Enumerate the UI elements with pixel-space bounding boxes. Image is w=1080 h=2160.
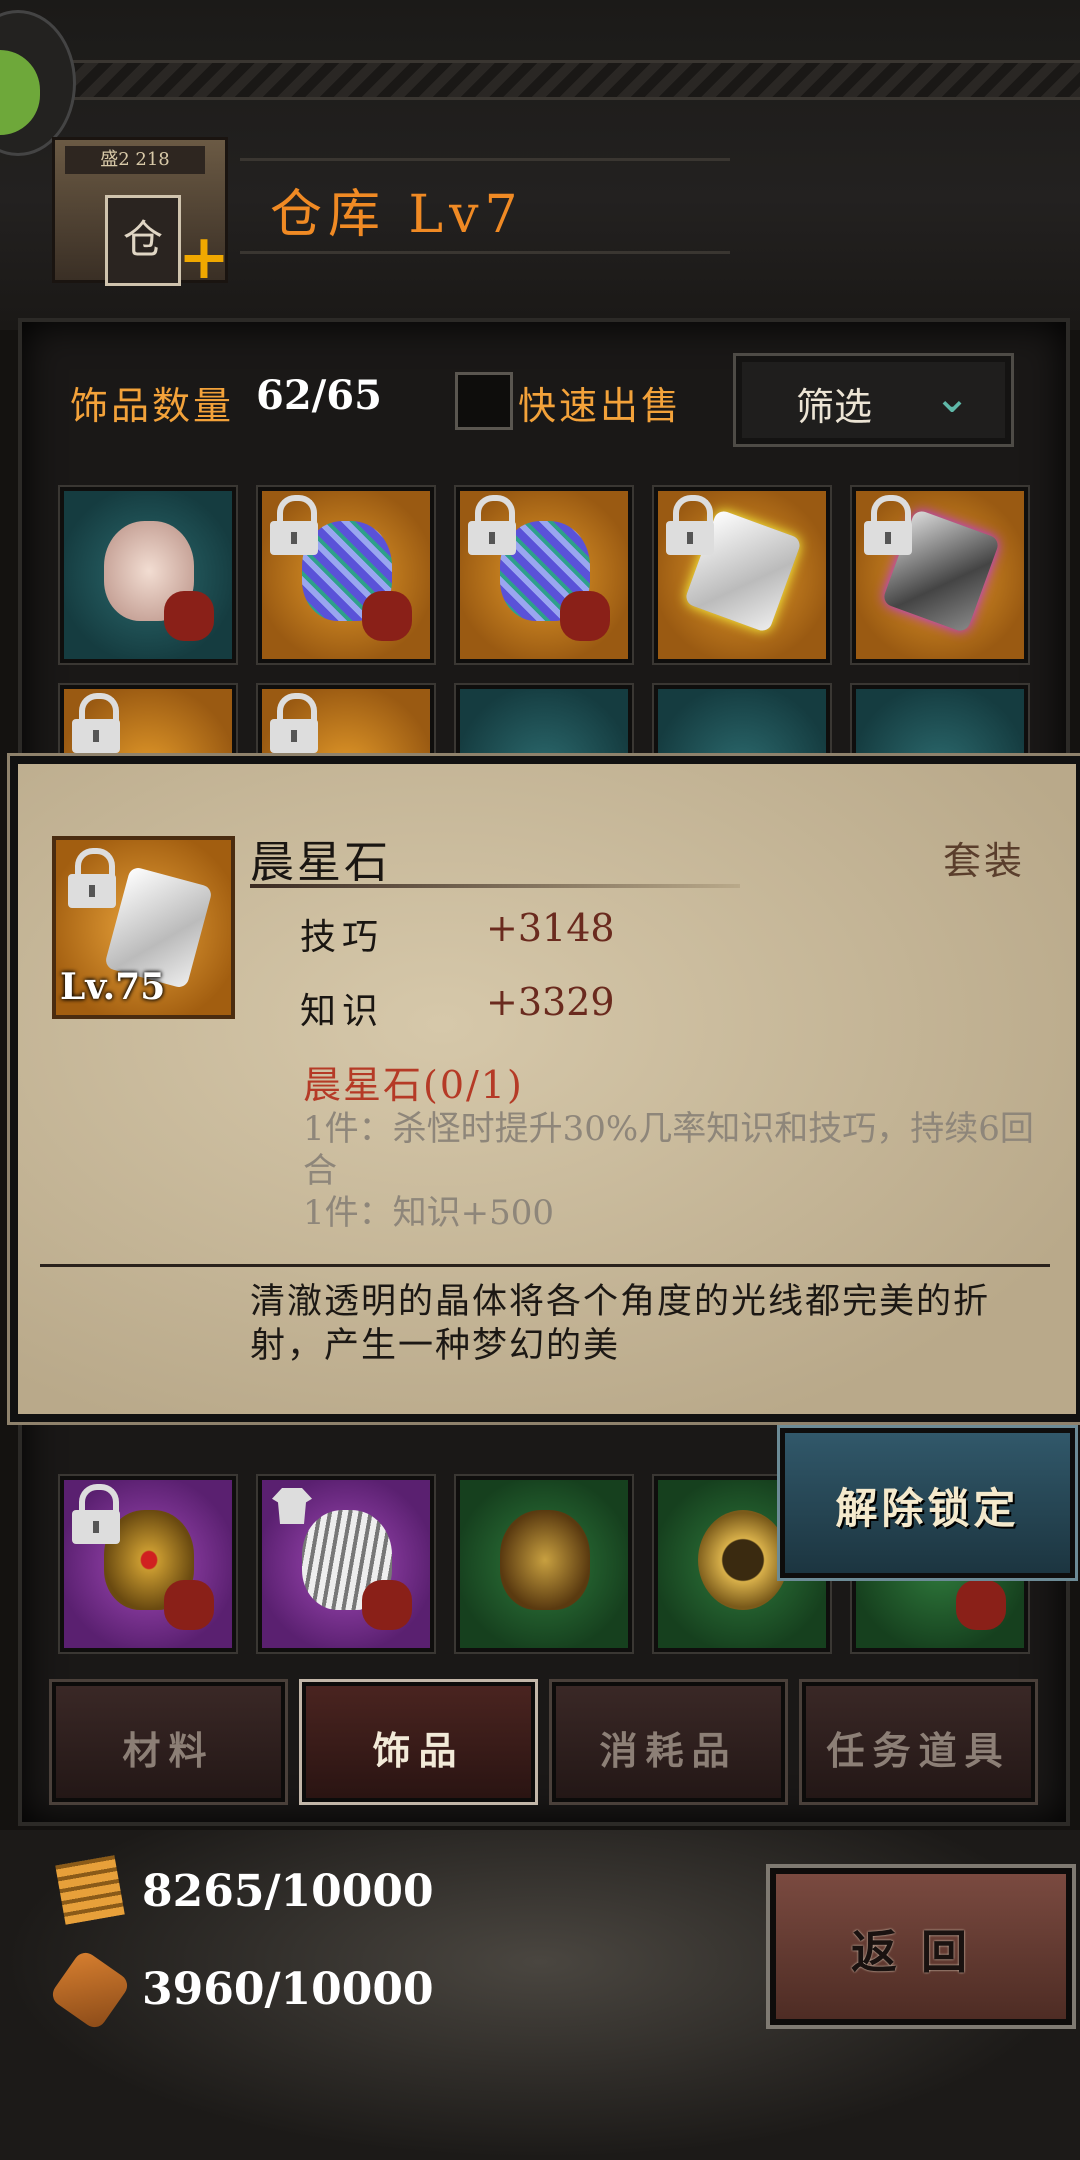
popup-parchment: Lv.75 晨星石 套装 技巧 +3148 知识 +3329 晨星石(0/1) …	[18, 764, 1076, 1414]
accessory-count-value: 62/65	[256, 372, 382, 419]
beast-fang-necklace-icon	[500, 1510, 590, 1610]
tassel-icon	[362, 1580, 412, 1630]
lock-icon	[66, 848, 118, 908]
unlock-button[interactable]: 解除锁定	[780, 1428, 1075, 1578]
popup-divider	[40, 1264, 1050, 1267]
quick-sell-label[interactable]: 快速出售	[518, 375, 682, 430]
back-button-label: 返回	[851, 1925, 991, 1979]
lock-icon	[70, 1484, 122, 1544]
tassel-icon	[164, 1580, 214, 1630]
resource-value: 8265/10000	[142, 1866, 434, 1917]
item-level: Lv.75	[60, 966, 166, 1008]
set-title: 晨星石(0/1)	[303, 1063, 524, 1107]
unlock-button-label: 解除锁定	[835, 1484, 1020, 1533]
quick-sell-checkbox[interactable]	[455, 372, 513, 430]
chevron-down-icon: ⌄	[933, 372, 971, 423]
set-effects: 1件：杀怪时提升30%几率知识和技巧，持续6回合 1件：知识+500	[303, 1108, 1043, 1234]
tab-consumables[interactable]: 消耗品	[552, 1682, 785, 1802]
item-slot[interactable]	[654, 487, 830, 663]
back-button[interactable]: 返回	[770, 1868, 1072, 2025]
resource-value: 3960/10000	[142, 1964, 434, 2015]
tab-label: 任务道具	[826, 1728, 1011, 1773]
tab-quest-items[interactable]: 任务道具	[802, 1682, 1035, 1802]
tassel-icon	[560, 591, 610, 641]
building-door: 仓	[105, 195, 181, 286]
item-slot[interactable]	[258, 487, 434, 663]
paper-stack-icon	[55, 1855, 125, 1925]
tassel-icon	[956, 1580, 1006, 1630]
tab-label: 消耗品	[599, 1728, 738, 1773]
tassel-icon	[362, 591, 412, 641]
item-name: 晨星石	[250, 837, 391, 888]
item-slot[interactable]	[258, 1476, 434, 1652]
top-border-trim	[0, 60, 1080, 100]
building-sign: 盛2 218	[65, 146, 205, 174]
tab-materials[interactable]: 材料	[52, 1682, 285, 1802]
lock-icon	[862, 495, 914, 555]
lock-icon	[664, 495, 716, 555]
stat-value: +3329	[486, 980, 615, 1024]
set-shirt-icon	[272, 1488, 312, 1524]
stat-value: +3148	[486, 906, 615, 950]
item-description: 清澈透明的晶体将各个角度的光线都完美的折射，产生一种梦幻的美	[250, 1282, 991, 1366]
stat-name: 技巧	[300, 917, 385, 958]
lock-icon	[70, 693, 122, 753]
set-effect-line: 1件：杀怪时提升30%几率知识和技巧，持续6回合	[303, 1109, 1034, 1191]
tab-accessories[interactable]: 饰品	[302, 1682, 535, 1802]
tab-label: 材料	[122, 1728, 215, 1773]
gold-ring-icon	[698, 1510, 788, 1610]
title-underline	[250, 884, 740, 888]
set-effect-line: 1件：知识+500	[303, 1193, 555, 1233]
filter-dropdown[interactable]: 筛选 ⌄	[733, 353, 1014, 447]
item-detail-popup: Lv.75 晨星石 套装 技巧 +3148 知识 +3329 晨星石(0/1) …	[10, 756, 1080, 1422]
accessory-count-label: 饰品数量	[70, 384, 235, 428]
lock-icon	[268, 693, 320, 753]
lock-icon	[268, 495, 320, 555]
item-slot[interactable]	[456, 1476, 632, 1652]
set-tag: 套装	[943, 839, 1026, 883]
page-title: 仓库 Lv7	[270, 185, 524, 245]
tassel-icon	[164, 591, 214, 641]
item-slot[interactable]	[456, 487, 632, 663]
stat-name: 知识	[300, 991, 385, 1032]
lock-icon	[466, 495, 518, 555]
item-slot[interactable]	[60, 1476, 236, 1652]
filter-label: 筛选	[796, 385, 873, 429]
item-slot[interactable]	[852, 487, 1028, 663]
upgrade-plus-icon[interactable]: +	[178, 226, 230, 288]
popup-item-slot: Lv.75	[52, 836, 235, 1019]
item-slot[interactable]	[60, 487, 236, 663]
tab-label: 饰品	[372, 1728, 465, 1773]
